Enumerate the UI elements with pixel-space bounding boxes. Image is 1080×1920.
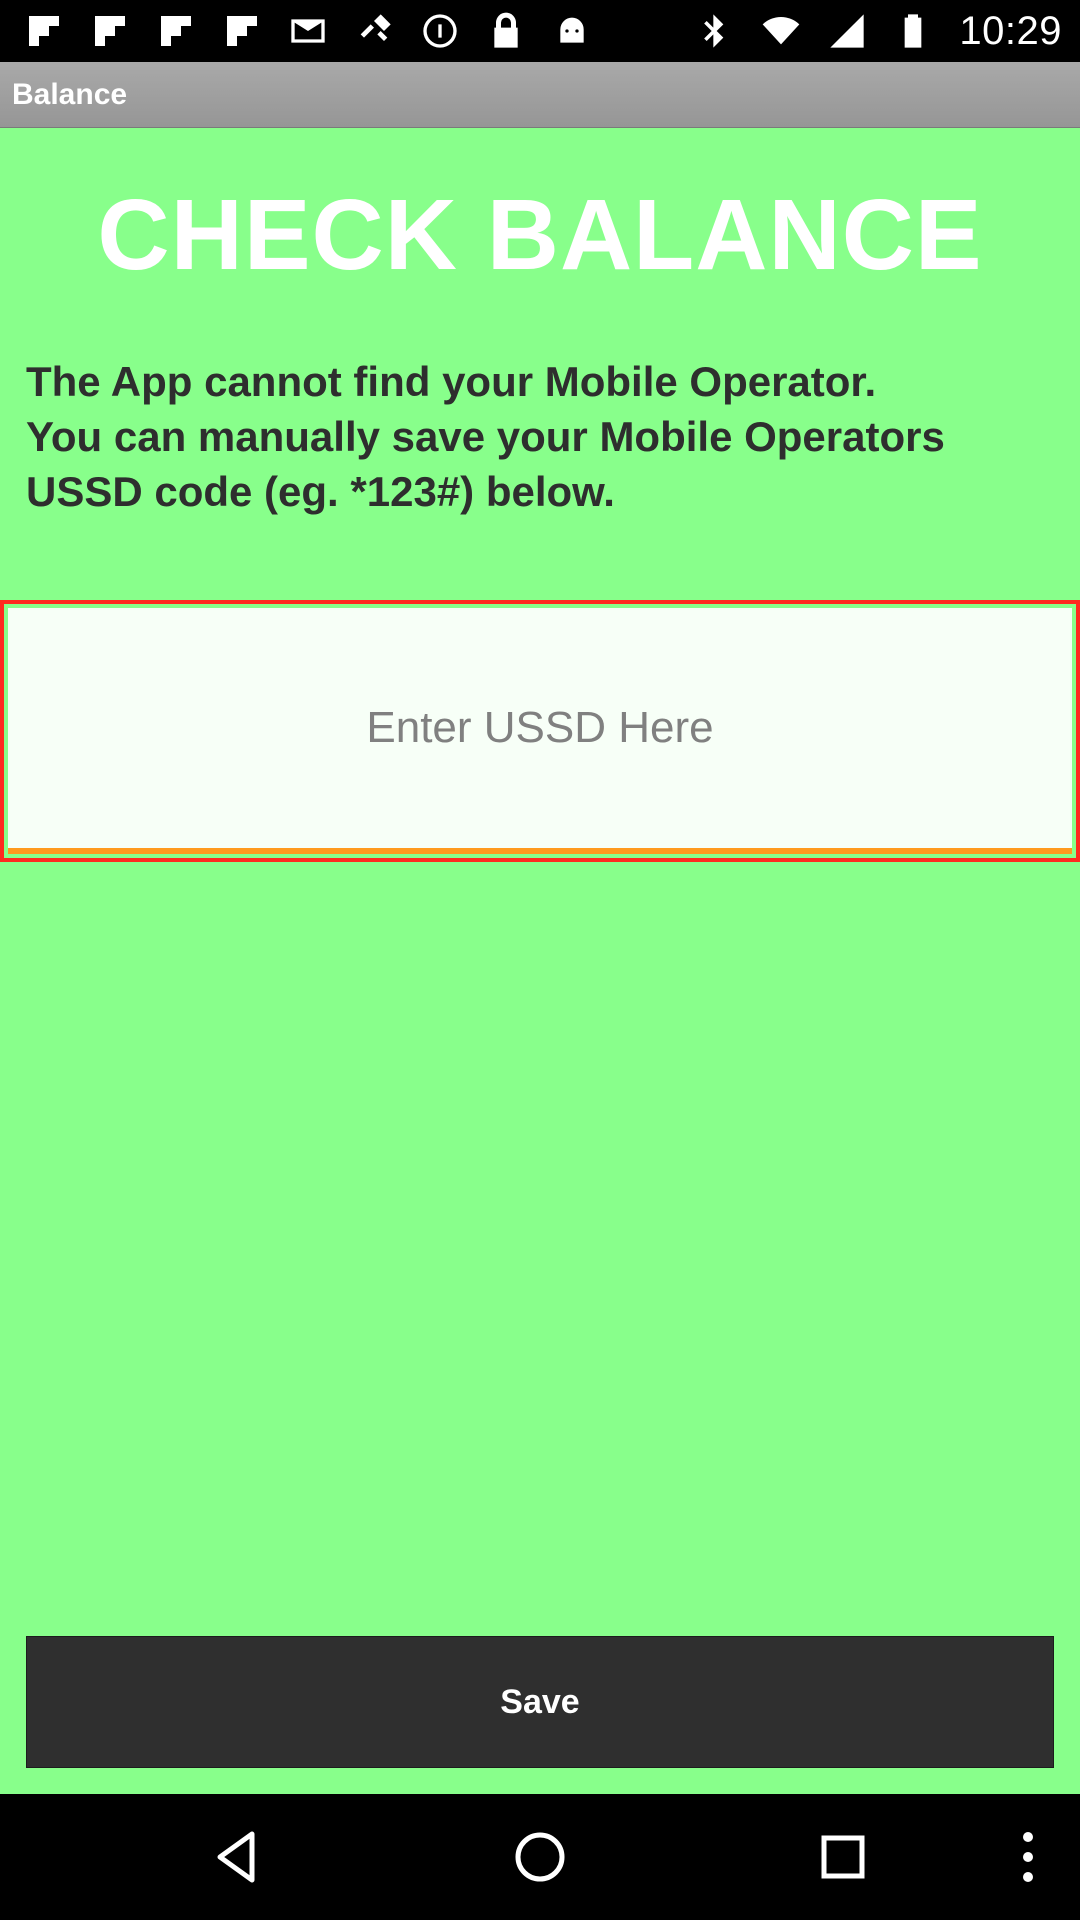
page-heading: CHECK BALANCE: [97, 179, 983, 291]
main-content: CHECK BALANCE The App cannot find your M…: [0, 128, 1080, 1794]
lock-icon: [486, 11, 526, 51]
ussd-input[interactable]: [8, 608, 1072, 854]
bluetooth-icon: [695, 11, 735, 51]
info-message: The App cannot find your Mobile Operator…: [26, 354, 1056, 519]
action-bar: Balance: [0, 62, 1080, 128]
flipboard-icon: [24, 11, 64, 51]
wifi-icon: [761, 11, 801, 51]
status-time: 10:29: [959, 8, 1062, 53]
message-line: USSD code (eg. *123#) below.: [26, 468, 615, 515]
navigation-bar: [0, 1794, 1080, 1920]
android-icon: [552, 11, 592, 51]
battery-icon: [893, 11, 933, 51]
save-button-label: Save: [500, 1682, 580, 1721]
mail-icon: [288, 11, 328, 51]
signal-icon: [827, 11, 867, 51]
message-line: The App cannot find your Mobile Operator…: [26, 358, 877, 405]
notification-icons: [24, 11, 592, 51]
status-bar: 10:29: [0, 0, 1080, 62]
home-icon[interactable]: [505, 1822, 575, 1892]
flipboard-icon: [156, 11, 196, 51]
system-icons: 10:29: [695, 9, 1062, 54]
message-line: You can manually save your Mobile Operat…: [26, 413, 945, 460]
fake-gps-icon: [354, 11, 394, 51]
info-icon: [420, 11, 460, 51]
back-icon[interactable]: [202, 1822, 272, 1892]
ussd-input-container: [0, 600, 1080, 862]
flipboard-icon: [222, 11, 262, 51]
save-button[interactable]: Save: [26, 1636, 1054, 1768]
app-title: Balance: [12, 77, 128, 111]
recents-icon[interactable]: [808, 1822, 878, 1892]
flipboard-icon: [90, 11, 130, 51]
overflow-menu-icon[interactable]: [993, 1822, 1063, 1892]
